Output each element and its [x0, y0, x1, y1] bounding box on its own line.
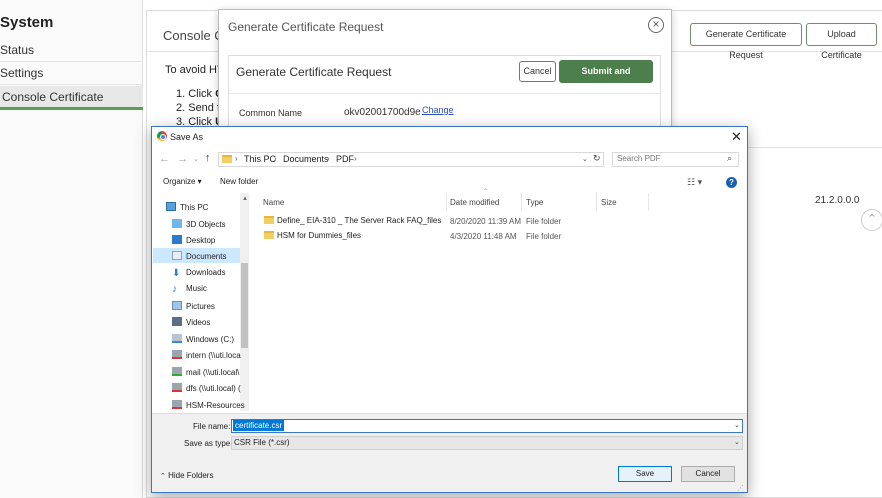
tree-item-desktop[interactable]: Desktop: [172, 235, 215, 251]
breadcrumb-this-pc[interactable]: This PC: [244, 154, 276, 164]
scrollbar-thumb[interactable]: [241, 263, 248, 348]
generate-certificate-request-button[interactable]: Generate Certificate Request: [690, 23, 802, 60]
chevron-right-icon: ›: [274, 154, 277, 163]
drive-icon: [172, 334, 182, 343]
submit-and-download-button[interactable]: Submit and Download: [559, 60, 653, 99]
scroll-up-icon[interactable]: ▲: [242, 196, 248, 202]
back-arrow-icon[interactable]: ←: [159, 153, 170, 165]
recent-locations-icon[interactable]: ⌄: [193, 155, 199, 163]
hide-folders-toggle[interactable]: ⌃ Hide Folders: [160, 471, 213, 480]
file-date: 8/20/2020 11:39 AM: [450, 217, 522, 226]
chevron-down-icon[interactable]: ⌄: [582, 155, 588, 163]
tree-item-downloads[interactable]: ⬇ Downloads: [172, 268, 226, 284]
chevron-down-icon[interactable]: ⌄: [734, 438, 740, 446]
form-title: Generate Certificate Request: [236, 65, 392, 79]
sidebar-item-status[interactable]: Status: [0, 39, 143, 62]
new-folder-button[interactable]: New folder: [220, 177, 258, 186]
file-row[interactable]: HSM for Dummies_files: [264, 231, 361, 245]
network-drive-icon: [172, 383, 182, 392]
chevron-right-icon: ›: [354, 154, 357, 163]
resize-grip-icon[interactable]: ⋰: [737, 484, 744, 492]
file-name-input[interactable]: [231, 419, 743, 433]
column-header-type[interactable]: Type: [526, 198, 543, 207]
dialog-titlebar[interactable]: [152, 127, 747, 147]
up-arrow-icon[interactable]: ↑: [205, 152, 211, 164]
version-value: 21.2.0.0.0: [815, 195, 860, 206]
chevron-right-icon: ›: [327, 154, 330, 163]
search-placeholder: Search PDF: [617, 154, 661, 163]
pictures-icon: [172, 301, 182, 310]
desktop-icon: [172, 235, 182, 244]
document-icon: [172, 251, 182, 260]
pc-icon: [166, 202, 176, 211]
column-divider[interactable]: [648, 193, 649, 211]
organize-menu[interactable]: Organize ▾: [163, 177, 202, 186]
folder-icon: [264, 216, 274, 224]
help-icon[interactable]: ?: [726, 177, 737, 188]
chevron-up-icon: ⌃: [160, 473, 166, 480]
sidebar-title: System: [0, 14, 54, 31]
save-as-type-value: CSR File (*.csr): [234, 438, 290, 447]
tree-item-mail[interactable]: mail (\\uti.local\: [172, 367, 239, 383]
upload-certificate-button[interactable]: Upload Certificate: [806, 23, 877, 60]
sort-indicator-icon: ⌃: [483, 189, 489, 195]
view-options-icon[interactable]: ☷ ▾: [687, 177, 702, 188]
file-type: File folder: [526, 232, 562, 241]
sidebar-item-settings[interactable]: Settings: [0, 62, 143, 85]
save-as-type-label: Save as type:: [184, 439, 233, 448]
videos-icon: [172, 317, 182, 326]
music-icon: ♪: [172, 284, 177, 295]
tree-item-documents[interactable]: Documents: [172, 251, 226, 267]
folder-icon: [264, 231, 274, 239]
column-divider[interactable]: [446, 193, 447, 211]
network-drive-icon: [172, 367, 182, 376]
cancel-button[interactable]: Cancel: [519, 61, 556, 82]
download-icon: ⬇: [172, 268, 181, 279]
column-header-date-modified[interactable]: Date modified: [450, 198, 499, 207]
tree-item-3d-objects[interactable]: 3D Objects: [172, 219, 226, 235]
scroll-up-icon[interactable]: ⌃: [861, 209, 882, 231]
forward-arrow-icon[interactable]: →: [177, 153, 188, 165]
tree-item-videos[interactable]: Videos: [172, 317, 210, 333]
change-link[interactable]: Change: [422, 105, 454, 115]
chevron-down-icon[interactable]: ⌄: [734, 421, 740, 429]
dialog-title: Save As: [170, 132, 204, 142]
close-icon[interactable]: ×: [648, 17, 664, 33]
file-type: File folder: [526, 217, 562, 226]
column-header-size[interactable]: Size: [601, 198, 617, 207]
column-header-name[interactable]: Name: [263, 198, 284, 207]
file-name-label: File name:: [193, 422, 231, 431]
breadcrumb-documents[interactable]: Documents: [283, 154, 329, 164]
network-drive-icon: [172, 350, 182, 359]
sidebar-item-console-certificate[interactable]: Console Certificate: [0, 86, 143, 110]
tree-item-this-pc[interactable]: This PC: [166, 202, 208, 218]
cube-icon: [172, 219, 182, 228]
breadcrumb-pdf[interactable]: PDF: [336, 154, 354, 164]
file-row[interactable]: Define_ EIA-310 _ The Server Rack FAQ_fi…: [264, 216, 441, 230]
tree-item-windows-c[interactable]: Windows (C:): [172, 334, 234, 350]
close-icon[interactable]: ✕: [731, 129, 742, 145]
cancel-button[interactable]: Cancel: [681, 466, 735, 482]
save-as-type-select[interactable]: [231, 436, 743, 450]
chrome-icon: [157, 131, 167, 141]
modal-title: Generate Certificate Request: [228, 20, 384, 34]
column-divider[interactable]: [596, 193, 597, 211]
file-date: 4/3/2020 11:48 AM: [450, 232, 517, 241]
tree-item-music[interactable]: ♪ Music: [172, 284, 207, 300]
chevron-right-icon: ›: [235, 154, 238, 163]
divider: [229, 93, 660, 94]
folder-icon: [222, 155, 232, 163]
tree-item-intern[interactable]: intern (\\uti.loca: [172, 350, 241, 366]
file-name-value[interactable]: certificate.csr: [233, 420, 285, 431]
save-button[interactable]: Save: [618, 466, 672, 482]
common-name-label: Common Name: [239, 108, 303, 118]
refresh-icon[interactable]: ↻: [593, 153, 601, 164]
column-divider[interactable]: [521, 193, 522, 211]
tree-item-dfs[interactable]: dfs (\\uti.local) (: [172, 383, 241, 399]
tree-item-pictures[interactable]: Pictures: [172, 301, 215, 317]
search-icon: ⌕: [727, 153, 733, 163]
network-drive-icon: [172, 400, 182, 409]
